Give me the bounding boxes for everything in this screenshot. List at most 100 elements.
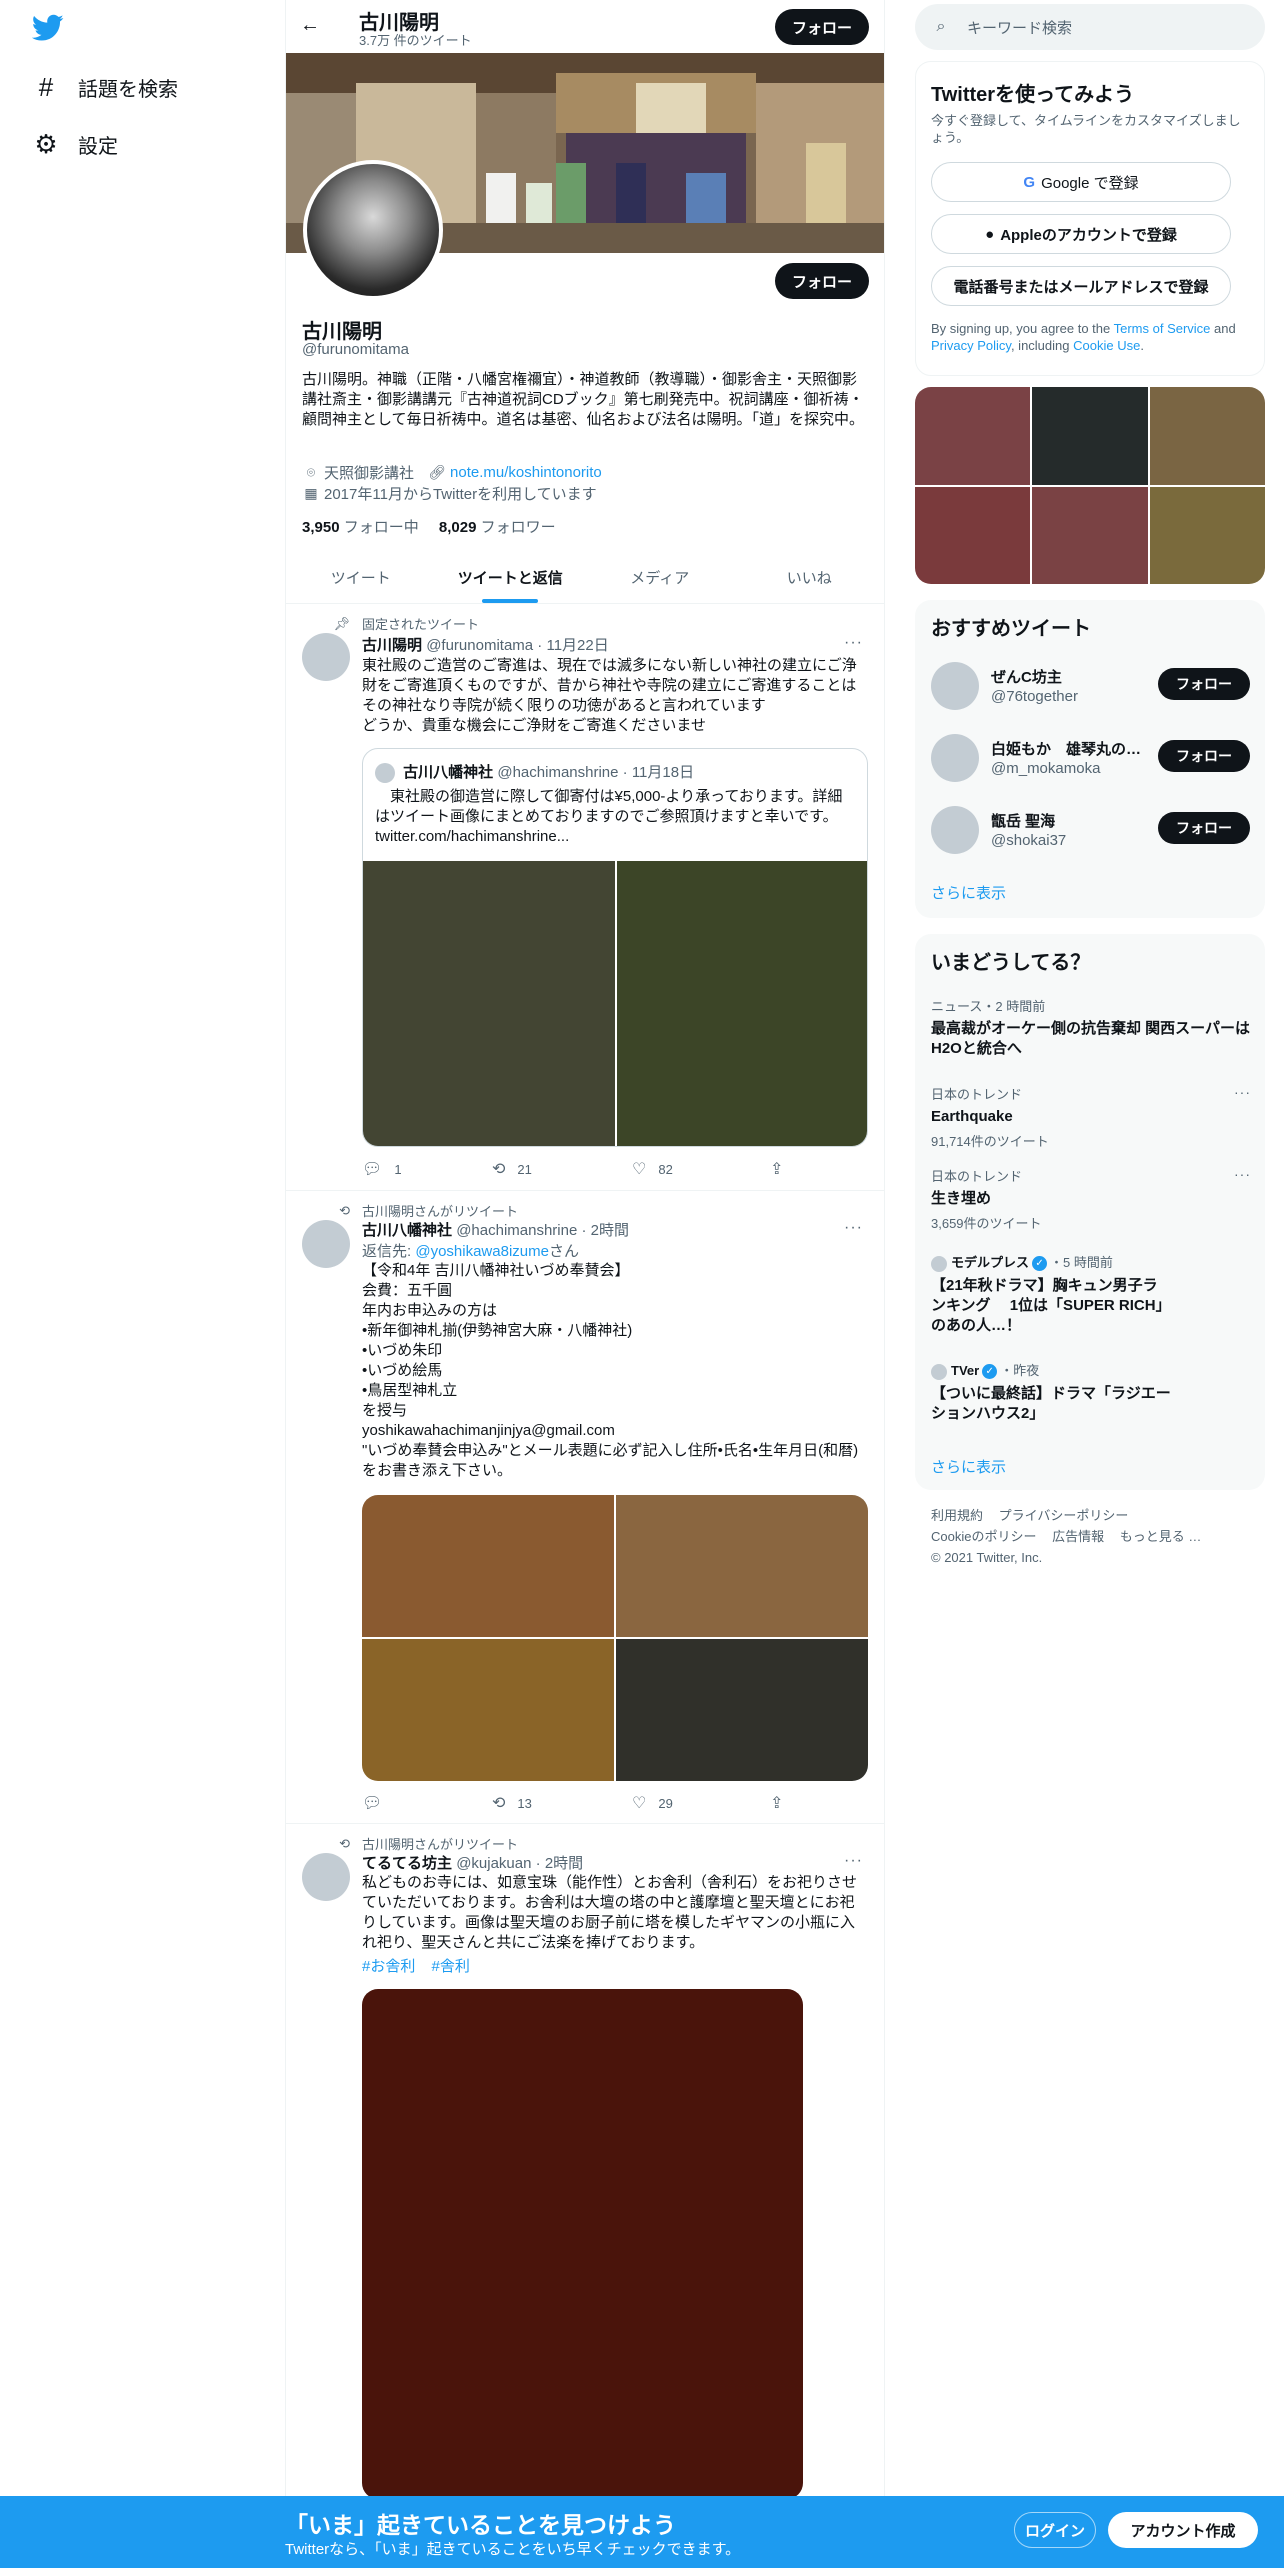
recommended-user[interactable]: ぜんC坊主 @76together フォロー [915, 650, 1265, 722]
twitter-logo-icon[interactable] [31, 14, 64, 42]
quoted-image[interactable] [363, 861, 615, 1146]
profile-meta-row: ⌾ 天照御影講社 🔗︎ note.mu/koshintonorito [302, 462, 602, 483]
show-more-link[interactable]: さらに表示 [931, 882, 1006, 903]
recommended-user[interactable]: 甑岳 聖海 @shokai37 フォロー [915, 794, 1265, 866]
hashtag-link[interactable]: #お舎利 [362, 1958, 415, 1975]
tab-tweets[interactable]: ツイート [286, 551, 436, 603]
follow-button[interactable]: フォロー [1158, 812, 1250, 844]
heart-icon: ♡ [632, 1161, 647, 1178]
followers-label: フォロワー [480, 519, 556, 536]
footer-link-terms[interactable]: 利用規約 [931, 1508, 983, 1523]
quoted-avatar [375, 763, 395, 784]
search-box[interactable]: ⌕ キーワード検索 [915, 4, 1265, 50]
tweet-image[interactable] [362, 1495, 614, 1637]
tweet-image[interactable] [616, 1639, 868, 1781]
login-button[interactable]: ログイン [1014, 2512, 1096, 2548]
media-thumbnail[interactable] [915, 486, 1031, 584]
retweet-icon: ⟲ [339, 1202, 350, 1218]
tweet-hashtags: #お舎利 #舎利 [362, 1955, 470, 1976]
media-thumbnail[interactable] [1032, 387, 1148, 485]
tweet-author-name[interactable]: 古川陽明 [362, 637, 422, 654]
tweet-text: 【令和4年 吉川八幡神社いづめ奉賛会】 会費：五千圓 年内お申込みの方は •新年… [362, 1262, 859, 1479]
like-button[interactable]: ♡ 29 [632, 1793, 673, 1813]
tweet-author-name[interactable]: てるてる坊主 [362, 1855, 452, 1872]
tweet-image[interactable] [616, 1495, 868, 1637]
footer-link-more[interactable]: もっと見る … [1120, 1529, 1202, 1544]
hashtag-link[interactable]: #舎利 [432, 1958, 470, 1975]
show-more-link[interactable]: さらに表示 [931, 1456, 1006, 1477]
header-follow-button[interactable]: フォロー [775, 9, 869, 45]
followers-link[interactable]: 8,029 フォロワー [439, 519, 556, 536]
share-button[interactable]: ⇪ [770, 1159, 795, 1179]
tab-media[interactable]: メディア [585, 551, 735, 603]
share-button[interactable]: ⇪ [770, 1793, 795, 1813]
tweet-time[interactable]: 2時間 [545, 1855, 583, 1872]
trend-item[interactable]: モデルプレス ✓ ・5 時間前 【21年秋ドラマ】胸キュン男子ランキング 1位は「S… [931, 1252, 1251, 1336]
tweet-time[interactable]: 11月22日 [546, 637, 608, 654]
profile-avatar[interactable] [303, 160, 443, 300]
cookie-link[interactable]: Cookie Use [1073, 338, 1140, 353]
tweet-author-name[interactable]: 古川八幡神社 [362, 1222, 452, 1239]
google-signup-button[interactable]: G Google で登録 [931, 162, 1231, 202]
follow-button[interactable]: フォロー [1158, 740, 1250, 772]
retweet-button[interactable]: ⟲ 21 [492, 1159, 532, 1179]
media-thumbnail[interactable] [1149, 486, 1265, 584]
terms-link[interactable]: Terms of Service [1114, 321, 1211, 336]
tweet-author-handle: @hachimanshrine [456, 1222, 578, 1239]
recommended-user-name: 白姫もか 雄琴丸の… [991, 741, 1141, 758]
like-button[interactable]: ♡ 82 [632, 1159, 673, 1179]
tweet-retweet[interactable]: ⟲ 古川陽明さんがリツイート てるてる坊主 @kujakuan · 2時間 ··… [286, 1825, 884, 2505]
trend-item[interactable]: 日本のトレンド 生き埋め 3,659件のツイート ··· [931, 1166, 1251, 1232]
apple-signup-button[interactable]: ● Appleのアカウントで登録 [931, 214, 1231, 254]
following-link[interactable]: 3,950 フォロー中 [302, 519, 419, 536]
footer-link-cookie[interactable]: Cookieのポリシー [931, 1529, 1036, 1544]
recommended-user[interactable]: 白姫もか 雄琴丸の… @m_mokamoka フォロー [915, 722, 1265, 794]
more-options-icon[interactable]: ··· [1234, 1166, 1251, 1182]
trends-title: いまどうしてる？ [931, 952, 1091, 974]
reply-button[interactable]: 💬︎ 1 [362, 1159, 402, 1179]
profile-name: 古川陽明 [302, 321, 382, 343]
tweet-image[interactable] [362, 1639, 614, 1781]
tweet-avatar[interactable] [302, 1220, 350, 1268]
more-options-icon[interactable]: ··· [844, 634, 863, 652]
tweet-time[interactable]: 2時間 [591, 1222, 629, 1239]
follow-button[interactable]: フォロー [1158, 668, 1250, 700]
more-options-icon[interactable]: ··· [1234, 1084, 1251, 1100]
trend-item[interactable]: ニュース・2 時間前 最高裁がオーケー側の抗告棄却 関西スーパーはH2Oと統合へ [931, 996, 1251, 1059]
media-thumbnail[interactable] [1032, 486, 1148, 584]
back-arrow-icon[interactable]: ← [300, 14, 320, 37]
media-thumbnail[interactable] [915, 387, 1031, 485]
footer-link-ads[interactable]: 広告情報 [1052, 1529, 1104, 1544]
phone-email-signup-button[interactable]: 電話番号またはメールアドレスで登録 [931, 266, 1231, 306]
more-options-icon[interactable]: ··· [844, 1219, 863, 1237]
trend-time: ・昨夜 [1000, 1363, 1040, 1378]
privacy-link[interactable]: Privacy Policy [931, 338, 1011, 353]
nav-explore[interactable]: # 話題を検索 [32, 67, 178, 107]
tab-tweets-and-replies[interactable]: ツイートと返信 [436, 551, 586, 603]
tweet-avatar[interactable] [302, 633, 350, 681]
tab-likes[interactable]: いいね [735, 551, 885, 603]
nav-settings[interactable]: ⚙ 設定 [32, 124, 118, 164]
signup-card-title: Twitterを使ってみよう [931, 84, 1135, 106]
follow-button[interactable]: フォロー [775, 263, 869, 299]
like-count: 29 [658, 1795, 673, 1811]
trend-item[interactable]: 日本のトレンド Earthquake 91,714件のツイート ··· [931, 1084, 1251, 1150]
trend-source-line: TVer ✓ ・昨夜 [931, 1360, 1251, 1380]
more-options-icon[interactable]: ··· [844, 1852, 863, 1870]
tweet-retweet[interactable]: ⟲ 古川陽明さんがリツイート 古川八幡神社 @hachimanshrine · … [286, 1192, 884, 1824]
footer-link-privacy[interactable]: プライバシーポリシー [999, 1508, 1129, 1523]
reply-to-suffix: さん [548, 1243, 579, 1260]
tweet-image[interactable] [362, 1989, 803, 2499]
reply-button[interactable]: 💬︎ [362, 1793, 394, 1813]
signup-button[interactable]: アカウント作成 [1108, 2512, 1258, 2548]
retweet-button[interactable]: ⟲ 13 [492, 1793, 532, 1813]
recommended-user-handle: @m_mokamoka [991, 760, 1101, 777]
tweet-avatar[interactable] [302, 1853, 350, 1901]
quoted-image[interactable] [617, 861, 867, 1146]
profile-url[interactable]: note.mu/koshintonorito [450, 464, 602, 481]
quoted-tweet[interactable]: 古川八幡神社 @hachimanshrine · 11月18日 東社殿の御造営に… [362, 748, 868, 1147]
tweet-pinned[interactable]: 📌︎ 固定されたツイート 古川陽明 @furunomitama · 11月22日… [286, 605, 884, 1191]
media-thumbnail[interactable] [1149, 387, 1265, 485]
trend-item[interactable]: TVer ✓ ・昨夜 【ついに最終話】ドラマ「ラジエーションハウス2」 [931, 1360, 1251, 1424]
reply-to-handle[interactable]: @yoshikawa8izume [415, 1243, 549, 1260]
